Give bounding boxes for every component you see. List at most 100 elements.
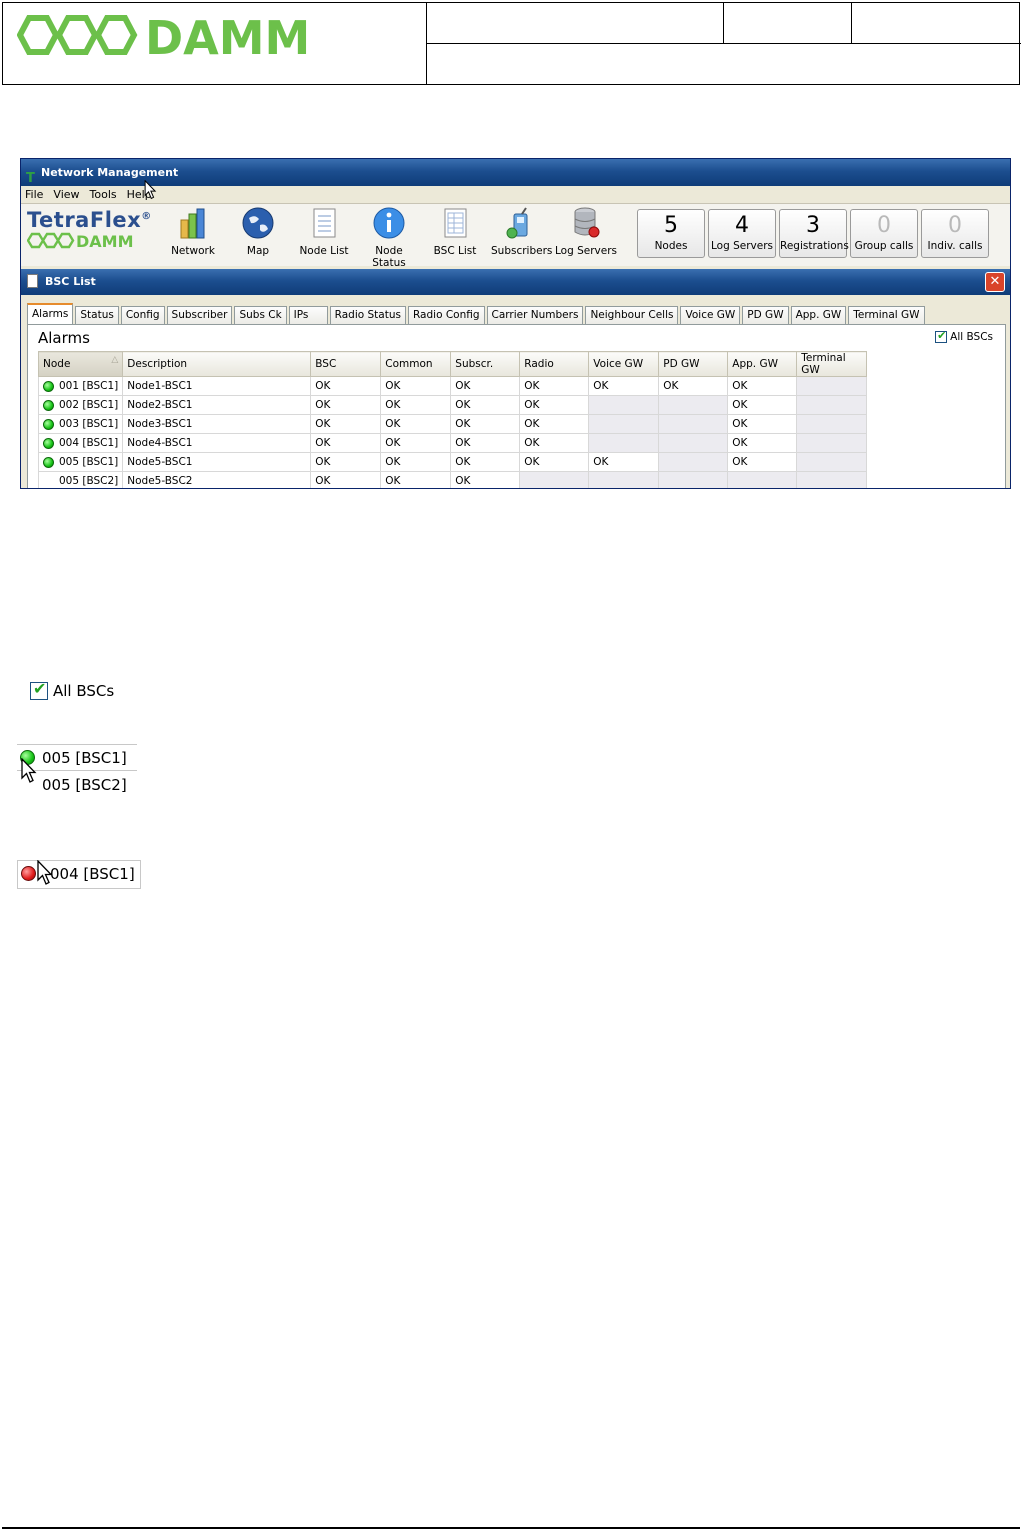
node-status-button[interactable]: Node Status [357,206,421,269]
nodes-counter[interactable]: 5 Nodes [637,209,705,258]
node-cell: 001 [BSC1] [37,376,124,396]
cell-text: OK [385,418,401,430]
col-common[interactable]: Common [380,351,452,377]
table-cell: Node3-BSC1 [122,414,312,434]
window-title-bar[interactable]: T Network Management [21,159,1010,186]
tab-status[interactable]: Status [75,306,119,324]
col-pd-gw[interactable]: PD GW [658,351,729,377]
table-cell: OK [519,433,590,453]
table-cell: OK [450,395,521,415]
map-button[interactable]: Map [235,206,281,257]
col-radio[interactable]: Radio [519,351,590,377]
cell-text: 005 [BSC2] [59,475,119,487]
table-cell [796,376,868,396]
bsc-list-title-bar[interactable]: BSC List ✕ [21,269,1010,295]
table-cell: OK [380,376,452,396]
tab-pd-gw[interactable]: PD GW [742,306,789,324]
col-description[interactable]: Description [122,351,312,377]
network-label: Network [171,245,215,257]
node-cell: 004 [BSC1] [37,433,124,453]
tab-ips[interactable]: IPs [288,306,328,324]
menu-bar: File View Tools Help [21,186,1010,204]
damm-small-text: DAMM [76,232,134,249]
all-bscs-checkbox[interactable]: All BSCs [935,329,993,343]
cell-text: OK [663,380,679,392]
col-app-gw[interactable]: App. GW [727,351,798,377]
snippet-all-bscs-label: All BSCs [53,682,115,700]
node-list-button[interactable]: Node List [299,206,349,257]
tab-neighbour-cells[interactable]: Neighbour Cells [585,306,679,324]
subscribers-button[interactable]: Subscribers [491,206,553,257]
log-servers-counter[interactable]: 4 Log Servers [708,209,776,258]
table-cell: OK [380,414,452,434]
table-header-row: Node △ Description BSC Common Subscr. Rad… [37,351,868,377]
cell-text: OK [455,380,471,392]
tab-terminal-gw[interactable]: Terminal GW [848,306,925,324]
registrations-counter-label: Registrations [780,240,849,252]
close-icon[interactable]: ✕ [985,272,1005,292]
table-cell: OK [310,395,382,415]
col-subscr[interactable]: Subscr. [450,351,521,377]
col-terminal-gw[interactable]: Terminal GW [796,351,868,377]
table-cell [796,471,868,488]
col-voice-gw[interactable]: Voice GW [588,351,660,377]
col-bsc[interactable]: BSC [310,351,382,377]
tab-app-gw[interactable]: App. GW [790,306,847,324]
snippet-all-bscs-checkbox[interactable]: All BSCs [30,679,115,700]
tab-subs-ck[interactable]: Subs Ck [234,306,287,324]
tab-voice-gw[interactable]: Voice GW [680,306,741,324]
bsc-list-icon [444,208,467,238]
table-cell [588,471,660,488]
mouse-cursor-icon [37,860,53,885]
panel-title: Alarms [38,329,90,347]
table-cell [658,471,729,488]
log-servers-button[interactable]: Log Servers [555,206,617,257]
table-row[interactable]: 005 [BSC2] Node5-BSC2 OK OK OK [37,471,868,488]
tab-subscriber[interactable]: Subscriber [166,306,233,324]
cell-text: Node4-BSC1 [127,437,193,449]
table-cell [588,414,660,434]
table-row[interactable]: 002 [BSC1] Node2-BSC1 OK OK OK OK OK [37,395,868,415]
menu-view[interactable]: View [53,186,85,203]
table-cell [796,452,868,472]
damm-small-logo: DAMM [26,232,134,251]
table-cell: OK [450,471,521,488]
table-cell: Node4-BSC1 [122,433,312,453]
cell-text: Node2-BSC1 [127,399,193,411]
registrations-counter[interactable]: 3 Registrations [779,209,849,258]
cell-text: OK [593,380,609,392]
cell-text: OK [593,456,609,468]
table-cell [727,471,798,488]
table-row[interactable]: 005 [BSC1] Node5-BSC1 OK OK OK OK OK OK [37,452,868,472]
group-calls-counter[interactable]: 0 Group calls [850,209,918,258]
subscribers-label: Subscribers [491,245,553,257]
tab-radio-config[interactable]: Radio Config [407,306,485,324]
tetraflex-brand: TetraFlex [27,208,142,232]
status-ok-icon [43,381,54,392]
menu-tools[interactable]: Tools [90,186,123,203]
cell-text: OK [455,399,471,411]
tab-alarms[interactable]: Alarms [27,303,74,324]
table-cell [796,414,868,434]
indiv-calls-counter[interactable]: 0 Indiv. calls [921,209,989,258]
table-cell: OK [727,395,798,415]
window-title: Network Management [41,166,179,179]
network-management-window: T Network Management File View Tools Hel… [20,158,1011,489]
status-ok-icon [43,400,54,411]
tetraflex-logo: TetraFlex® DAMM [26,208,152,252]
table-row[interactable]: 003 [BSC1] Node3-BSC1 OK OK OK OK OK [37,414,868,434]
main-toolbar: TetraFlex® DAMM Network Map Node List No… [21,204,1010,269]
tab-carrier-numbers[interactable]: Carrier Numbers [486,306,584,324]
table-row[interactable]: 001 [BSC1] Node1-BSC1 OK OK OK OK OK OK OK [37,376,868,396]
snippet-node-row-red[interactable]: 004 [BSC1] [17,860,141,889]
bsc-tabs: Alarms Status Config Subscriber Subs Ck … [27,303,927,324]
indiv-calls-count: 0 [948,213,962,238]
col-node[interactable]: Node △ [37,351,124,377]
network-button[interactable]: Network [167,206,219,257]
tab-radio-status[interactable]: Radio Status [329,306,406,324]
table-row[interactable]: 004 [BSC1] Node4-BSC1 OK OK OK OK OK [37,433,868,453]
table-cell: OK [519,395,590,415]
log-servers-label: Log Servers [555,245,617,257]
bsc-list-button[interactable]: BSC List [431,206,479,257]
tab-config[interactable]: Config [120,306,165,324]
